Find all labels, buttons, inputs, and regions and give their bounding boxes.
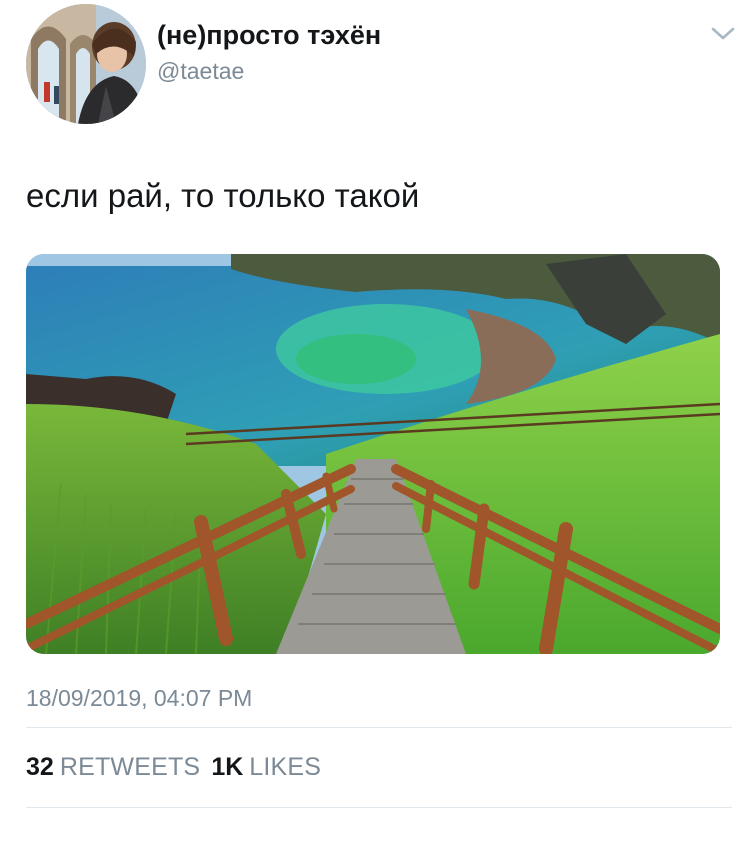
likes-label: LIKES [249,753,322,781]
tweet-text: если рай, то только такой [26,177,420,214]
retweets-label: RETWEETS [59,753,201,781]
divider [26,727,732,728]
user-handle[interactable]: @taetae [157,58,244,85]
retweets-stat[interactable]: 32 RETWEETS [26,753,200,782]
tweet-timestamp[interactable]: 18/09/2019, 04:07 PM [26,685,252,712]
tweet-card: (не)просто тэхён @taetae если рай, то то… [0,0,750,856]
retweets-count: 32 [26,753,54,781]
chevron-down-icon[interactable] [706,24,740,44]
likes-stat[interactable]: 1K LIKES [211,753,321,782]
avatar[interactable] [26,4,146,124]
tweet-photo[interactable] [26,254,720,654]
display-name[interactable]: (не)просто тэхён [157,20,381,51]
divider [26,807,732,808]
tweet-stats: 32 RETWEETS 1K LIKES [26,753,332,782]
likes-count: 1K [211,753,244,781]
